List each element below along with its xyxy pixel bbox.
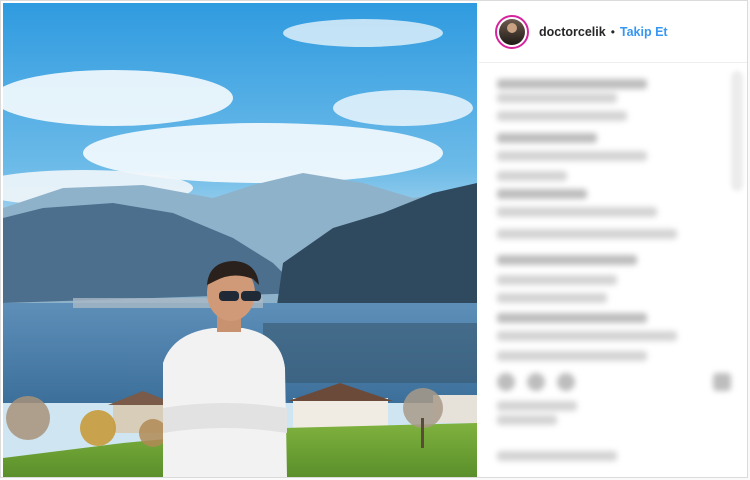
instagram-post: doctorcelik • Takip Et [0, 0, 748, 478]
avatar-image [499, 18, 525, 45]
comments-area-blurred [493, 71, 743, 471]
post-sidebar: doctorcelik • Takip Et [479, 1, 747, 477]
post-photo[interactable] [3, 3, 477, 477]
separator-dot: • [610, 24, 615, 39]
avatar[interactable] [495, 14, 529, 49]
post-header: doctorcelik • Takip Et [479, 1, 747, 63]
follow-button[interactable]: Takip Et [620, 25, 668, 39]
scrollbar[interactable] [731, 71, 743, 191]
post-image [3, 3, 477, 477]
username-link[interactable]: doctorcelik [539, 25, 606, 39]
